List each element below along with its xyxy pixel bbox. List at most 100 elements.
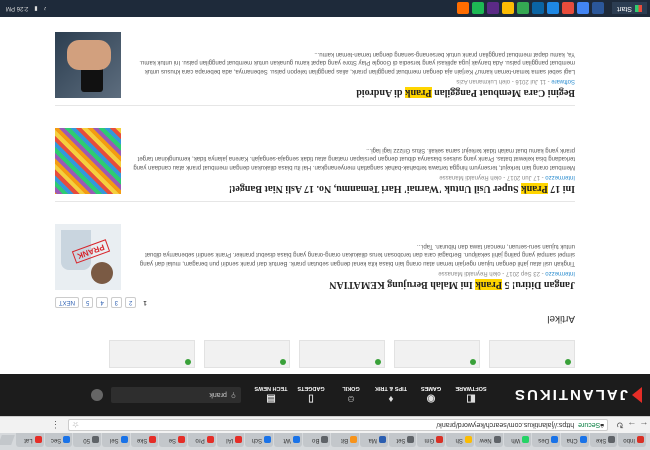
taskbar-app-icon[interactable] xyxy=(592,2,605,15)
article-excerpt: Membuat orang lain terkejut, tersenyum h… xyxy=(133,147,575,170)
browser-tab[interactable]: IAI xyxy=(216,433,245,447)
category-label: GADGETS xyxy=(297,385,325,392)
browser-tab[interactable]: Set xyxy=(388,433,417,447)
featured-card[interactable] xyxy=(299,340,385,368)
tab-label: Wh xyxy=(511,437,521,443)
taskbar-app-icon[interactable] xyxy=(562,2,575,15)
start-label: Start xyxy=(617,5,632,12)
page-button[interactable]: 2 xyxy=(125,297,137,308)
article-item[interactable]: Ini 17 Prank Super Usil Untuk 'Warnai' H… xyxy=(55,114,575,194)
article-item[interactable]: Begini Cara Membuat Panggilan Prank di A… xyxy=(55,18,575,98)
category-icon: ◧ xyxy=(466,393,476,405)
taskbar-app-icon[interactable] xyxy=(577,2,590,15)
tab-label: New xyxy=(479,437,492,443)
category-item[interactable]: ◧ SOFTWARE xyxy=(451,374,491,416)
browser-tab[interactable]: Ske xyxy=(130,433,159,447)
featured-card[interactable] xyxy=(204,340,290,368)
browser-tab[interactable]: Inbo xyxy=(618,433,646,447)
browser-tab[interactable]: Ske xyxy=(589,433,618,447)
search-value: prank xyxy=(209,391,227,399)
article-source[interactable]: Intermezzo xyxy=(545,270,575,276)
tab-favicon-icon xyxy=(63,436,71,444)
start-button[interactable]: Start xyxy=(612,2,647,15)
page-button[interactable]: 3 xyxy=(110,297,123,308)
category-label: GAMES xyxy=(420,385,442,392)
browser-tab[interactable]: Bit xyxy=(331,433,360,447)
category-item[interactable]: ☺ GOKIL xyxy=(331,374,371,416)
browser-tab[interactable]: Sh xyxy=(446,433,474,447)
tab-label: Lat xyxy=(24,437,33,443)
forward-icon[interactable]: → xyxy=(626,420,638,430)
user-avatar-icon[interactable] xyxy=(90,389,103,401)
reload-icon[interactable]: ↻ xyxy=(614,420,626,431)
category-item[interactable]: ◉ GAMES xyxy=(411,374,451,416)
network-icon[interactable]: ▮ xyxy=(34,5,37,12)
article-excerpt: Tingkah usil atau jahil dengan tujuan ng… xyxy=(139,243,575,266)
article-title[interactable]: Begini Cara Membuat Panggilan Prank di A… xyxy=(131,87,575,98)
browser-tab[interactable]: Des xyxy=(532,433,560,447)
category-icon: ▤ xyxy=(266,393,276,405)
article-source[interactable]: Intermezzo xyxy=(545,174,575,180)
article-title[interactable]: Jangan Ditiru! 5 Prank Ini Malah Berujun… xyxy=(131,279,575,290)
browser-tab[interactable]: Ma xyxy=(360,433,388,447)
divider xyxy=(55,105,575,106)
system-tray: ♪ ▮ 2:26 PM xyxy=(0,5,53,12)
next-page-button[interactable]: NEXT xyxy=(55,297,80,308)
tab-favicon-icon xyxy=(436,436,444,444)
article-title[interactable]: Ini 17 Prank Super Usil Untuk 'Warnai' H… xyxy=(131,183,575,194)
article-source[interactable]: Software xyxy=(551,78,575,84)
site-logo[interactable]: JALANTIKUS xyxy=(513,387,642,404)
browser-tab[interactable]: Se xyxy=(159,433,187,447)
browser-tab-strip: Inbo Ske Cha Des Wh New Sh Gm Set Ma Bit Bo Wt Sch IAI… xyxy=(0,433,650,450)
taskbar-app-icon[interactable] xyxy=(487,2,500,15)
taskbar-app-icon[interactable] xyxy=(502,2,515,15)
tab-label: Sec xyxy=(50,437,62,443)
taskbar-app-icon[interactable] xyxy=(457,2,470,15)
url-field[interactable]: 🔒︎ Secure https://jalantikus.com/search/… xyxy=(68,419,608,431)
featured-strip xyxy=(0,334,650,374)
volume-icon[interactable]: ♪ xyxy=(44,6,47,12)
article-thumbnail[interactable]: PRANK xyxy=(55,224,121,290)
browser-tab[interactable]: Bo xyxy=(302,433,331,447)
page-button[interactable]: 5 xyxy=(82,297,94,308)
article-item[interactable]: Jangan Ditiru! 5 Prank Ini Malah Berujun… xyxy=(55,210,575,290)
category-item[interactable]: ▯ GADGETS xyxy=(291,374,331,416)
tab-label: Inbo xyxy=(623,437,635,443)
tab-favicon-icon xyxy=(120,436,128,444)
category-item[interactable]: ♦ TIPS & TRIK xyxy=(371,374,411,416)
featured-card[interactable] xyxy=(489,340,575,368)
page-button[interactable]: 1 xyxy=(139,297,150,308)
bookmark-star-icon[interactable]: ☆ xyxy=(72,421,79,430)
taskbar-app-icon[interactable] xyxy=(532,2,545,15)
category-label: TIPS & TRIK xyxy=(374,385,408,392)
article-thumbnail[interactable] xyxy=(55,128,121,194)
browser-tab[interactable]: 50 xyxy=(73,433,101,447)
taskbar-app-icon[interactable] xyxy=(517,2,530,15)
tab-favicon-icon xyxy=(91,436,99,444)
browser-tab[interactable]: Sch xyxy=(245,433,274,447)
tab-favicon-icon xyxy=(550,436,558,444)
browser-tab[interactable]: Wt xyxy=(274,433,302,447)
browser-tab[interactable]: Lat xyxy=(15,433,44,447)
os-taskbar: Start ♪ ▮ 2:26 PM xyxy=(0,0,650,17)
taskbar-app-icon[interactable] xyxy=(472,2,485,15)
featured-card[interactable] xyxy=(394,340,480,368)
back-icon[interactable]: ← xyxy=(638,420,650,430)
article-thumbnail[interactable] xyxy=(55,32,121,98)
category-icon: ▯ xyxy=(308,393,314,405)
browser-tab[interactable]: Cha xyxy=(560,433,589,447)
browser-tab[interactable]: Sec xyxy=(44,433,73,447)
browser-tab[interactable]: Pro xyxy=(188,433,216,447)
browser-tab[interactable]: New xyxy=(474,433,503,447)
featured-card[interactable] xyxy=(109,340,195,368)
clock-time[interactable]: 2:26 PM xyxy=(6,6,28,12)
category-item[interactable]: ▤ TECH NEWS xyxy=(251,374,291,416)
browser-tab[interactable]: Gm xyxy=(417,433,446,447)
site-search-input[interactable]: ⚲ prank xyxy=(110,387,241,403)
browser-menu-icon[interactable]: ⋮ xyxy=(51,420,60,431)
browser-tab[interactable]: Wh xyxy=(503,433,532,447)
new-tab-button[interactable] xyxy=(0,435,15,445)
taskbar-app-icon[interactable] xyxy=(547,2,560,15)
browser-tab[interactable]: Sel xyxy=(101,433,130,447)
page-button[interactable]: 4 xyxy=(96,297,108,308)
